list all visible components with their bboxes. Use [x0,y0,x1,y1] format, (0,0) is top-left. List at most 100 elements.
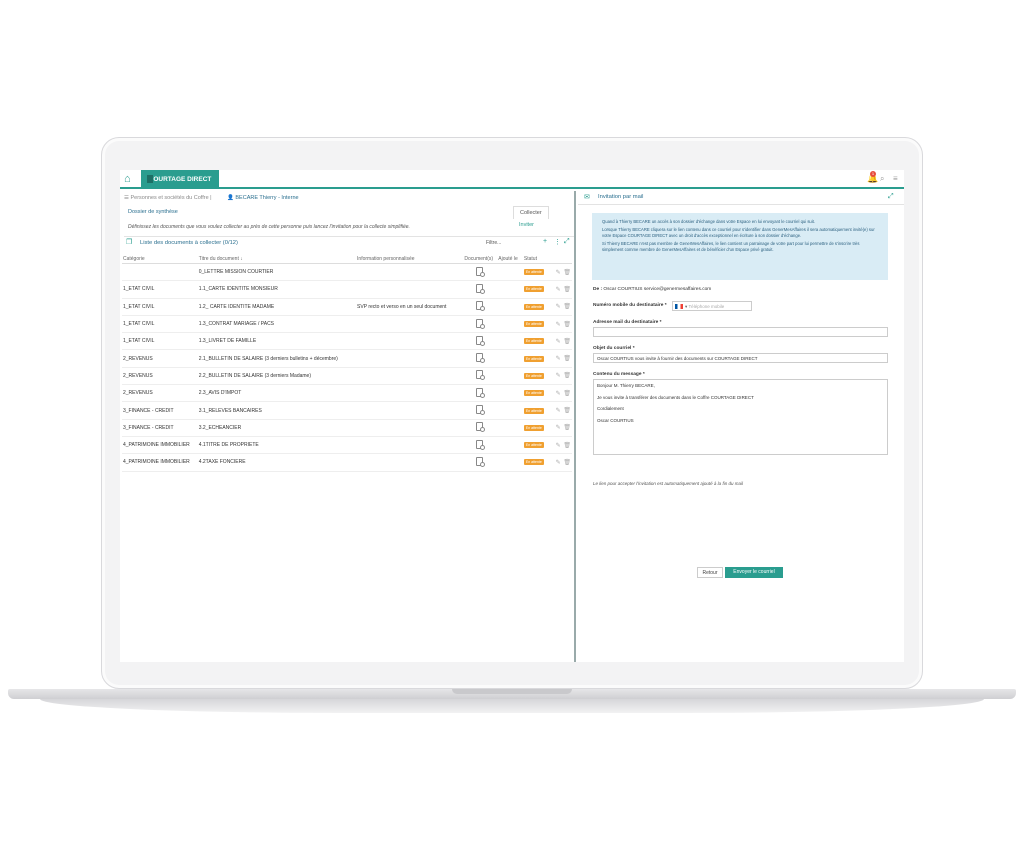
document-upload-icon[interactable] [476,301,486,312]
table-row[interactable]: 4_PATRIMOINE IMMOBILIER 4.1TITRE DE PROPR… [122,436,572,455]
row-category: 1_ETAT CIVIL [122,280,198,299]
message-textarea[interactable]: Bonjour M. Thierry BECARE, Je vous invit… [593,379,888,455]
delete-icon[interactable]: 🗑 [563,339,571,345]
edit-icon[interactable]: ✎ [556,391,561,397]
document-upload-icon[interactable] [476,387,486,398]
edit-icon[interactable]: ✎ [556,425,561,431]
delete-icon[interactable]: 🗑 [563,304,571,310]
delete-icon[interactable]: 🗑 [563,322,571,328]
delete-icon[interactable]: 🗑 [563,408,571,414]
row-category: 1_ETAT CIVIL [122,332,198,351]
document-upload-icon[interactable] [476,318,486,329]
edit-icon[interactable]: ✎ [556,287,561,293]
status-badge: En attente [523,286,544,293]
list-title: Liste des documents à collecter (0/12) [140,240,238,246]
row-category: 1_ETAT CIVIL [122,315,198,334]
document-upload-icon[interactable] [476,439,486,450]
document-upload-icon[interactable] [476,422,486,433]
sort-down-icon: ↓ [240,255,243,262]
brand-logo-icon [147,175,153,183]
document-upload-icon[interactable] [476,405,486,416]
row-documents [463,401,498,420]
row-documents [463,315,498,334]
more-icon[interactable]: ⋮ [554,238,561,246]
table-row[interactable]: 2_REVENUS 2.2_BULLETIN DE SALAIRE (3 dern… [122,367,572,386]
row-actions: ✎ 🗑 [554,453,572,472]
table-row[interactable]: 0_LETTRE MISSION COURTIER En attente ✎ 🗑 [122,263,572,282]
home-icon[interactable]: ⌂ [124,173,136,185]
delete-icon[interactable]: 🗑 [563,356,571,362]
search-icon[interactable]: ⌕ [880,174,884,184]
filter-input[interactable]: Filtre... [486,240,501,246]
col-documents[interactable]: Document(s) [463,254,498,264]
edit-icon[interactable]: ✎ [556,408,561,414]
row-title: 2.1_BULLETIN DE SALAIRE (3 derniers bull… [197,349,357,368]
email-field[interactable] [593,327,888,337]
notification-badge: 1 [870,171,876,177]
expand-icon[interactable]: ⤢ [564,238,570,246]
delete-icon[interactable]: 🗑 [563,270,571,276]
panel-title: Invitation par mail [598,194,644,200]
col-categorie[interactable]: Catégorie [122,254,198,264]
row-actions: ✎ 🗑 [554,315,572,334]
col-info[interactable]: Information personnalisée [356,254,464,264]
row-title: 3.2_ECHEANCIER [197,419,357,437]
col-statut[interactable]: Statut [522,254,555,264]
document-upload-icon[interactable] [476,456,486,467]
edit-icon[interactable]: ✎ [556,460,561,466]
delete-icon[interactable]: 🗑 [563,391,571,397]
tab-collecter[interactable]: Collecter [513,206,549,219]
back-button[interactable]: Retour [697,567,723,578]
row-status: En attente [522,436,555,455]
edit-icon[interactable]: ✎ [556,270,561,276]
menu-icon[interactable]: ≡ [893,174,898,184]
table-row[interactable]: 1_ETAT CIVIL 1.3_CONTRAT MARIAGE / PACS En… [122,315,572,334]
document-upload-icon[interactable] [476,370,486,381]
table-row[interactable]: 3_FINANCE - CREDIT 3.2_ECHEANCIER En atten… [122,419,572,437]
maximize-icon[interactable]: ⤢ [888,193,894,201]
document-upload-icon[interactable] [476,283,486,294]
row-added [497,401,523,420]
table-row[interactable]: 2_REVENUS 2.1_BULLETIN DE SALAIRE (3 dern… [122,349,572,368]
add-icon[interactable]: + [543,238,547,245]
table-row[interactable]: 1_ETAT CIVIL 1.1_CARTE IDENTITE MONSIEUR E… [122,280,572,299]
table-row[interactable]: 1_ETAT CIVIL 1.3_LIVRET DE FAMILLE En atte… [122,332,572,351]
edit-icon[interactable]: ✎ [556,322,561,328]
row-added [497,349,523,368]
row-status: En attente [522,298,555,316]
document-upload-icon[interactable] [476,335,486,346]
document-upload-icon[interactable] [476,266,486,277]
delete-icon[interactable]: 🗑 [563,373,571,379]
france-flag-icon[interactable] [675,304,683,310]
delete-icon[interactable]: 🗑 [563,287,571,293]
phone-field[interactable]: ▾ Téléphone mobile [672,301,752,311]
brand-tab[interactable]: COURTAGE DIRECT [141,170,219,189]
delete-icon[interactable]: 🗑 [563,443,571,449]
edit-icon[interactable]: ✎ [556,443,561,449]
col-ajoute[interactable]: Ajouté le [497,254,523,264]
col-titre[interactable]: Titre du document ↓ [197,254,357,264]
edit-icon[interactable]: ✎ [556,339,561,345]
row-info [356,436,464,455]
table-row[interactable]: 3_FINANCE - CREDIT 3.1_RELEVES BANCAIRES E… [122,401,572,420]
row-status: En attente [522,315,555,334]
delete-icon[interactable]: 🗑 [563,425,571,431]
breadcrumb-root[interactable]: Personnes et sociétés du Coffre [130,195,208,201]
table-row[interactable]: 4_PATRIMOINE IMMOBILIER 4.2TAXE FONCIERE E… [122,453,572,472]
delete-icon[interactable]: 🗑 [563,460,571,466]
edit-icon[interactable]: ✎ [556,373,561,379]
edit-icon[interactable]: ✎ [556,304,561,310]
row-added [497,280,523,299]
left-panel: ☰ Personnes et sociétés du Coffre | 👤 BE… [120,191,576,662]
tab-inviter[interactable]: Inviter [513,219,540,231]
table-row[interactable]: 2_REVENUS 2.3_AVIS D'IMPOT En attente ✎ 🗑 [122,384,572,403]
message-line: Je vous invite à transférer des document… [597,394,754,400]
breadcrumb-user[interactable]: 👤 BECARE Thierry - Interne [227,195,299,201]
send-button[interactable]: Envoyer le courriel [725,567,783,578]
subject-field[interactable]: Oscar COURTIUS vous invite à fournir des… [593,353,888,363]
dossier-link[interactable]: Dossier de synthèse [128,209,178,215]
edit-icon[interactable]: ✎ [556,356,561,362]
table-row[interactable]: 1_ETAT CIVIL 1.2_ CARTE IDENTITE MADAME SV… [122,298,572,316]
chevron-down-icon[interactable]: ▾ [685,304,687,309]
document-upload-icon[interactable] [476,353,486,364]
